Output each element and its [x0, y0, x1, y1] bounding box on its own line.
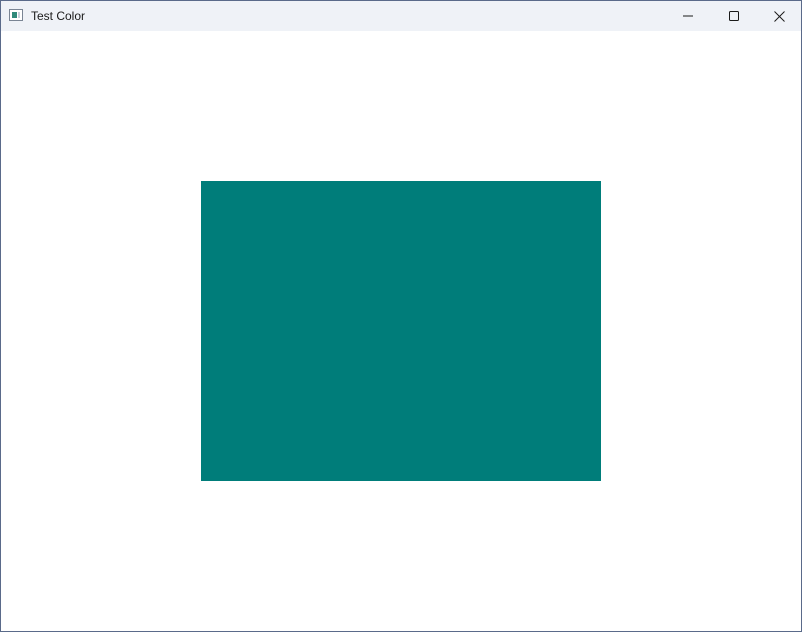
maximize-icon	[729, 11, 739, 21]
maximize-button[interactable]	[711, 1, 757, 31]
app-icon-fill	[12, 12, 17, 18]
app-window: Test Color	[0, 0, 802, 632]
minimize-button[interactable]	[665, 1, 711, 31]
color-rectangle	[201, 181, 601, 481]
minimize-icon	[683, 15, 693, 17]
client-area	[1, 31, 801, 631]
close-button[interactable]	[756, 1, 801, 31]
app-icon-detail	[18, 12, 20, 18]
window-title: Test Color	[31, 9, 86, 23]
title-bar[interactable]: Test Color	[1, 1, 801, 31]
app-window-icon	[9, 9, 23, 21]
close-icon	[774, 11, 785, 22]
